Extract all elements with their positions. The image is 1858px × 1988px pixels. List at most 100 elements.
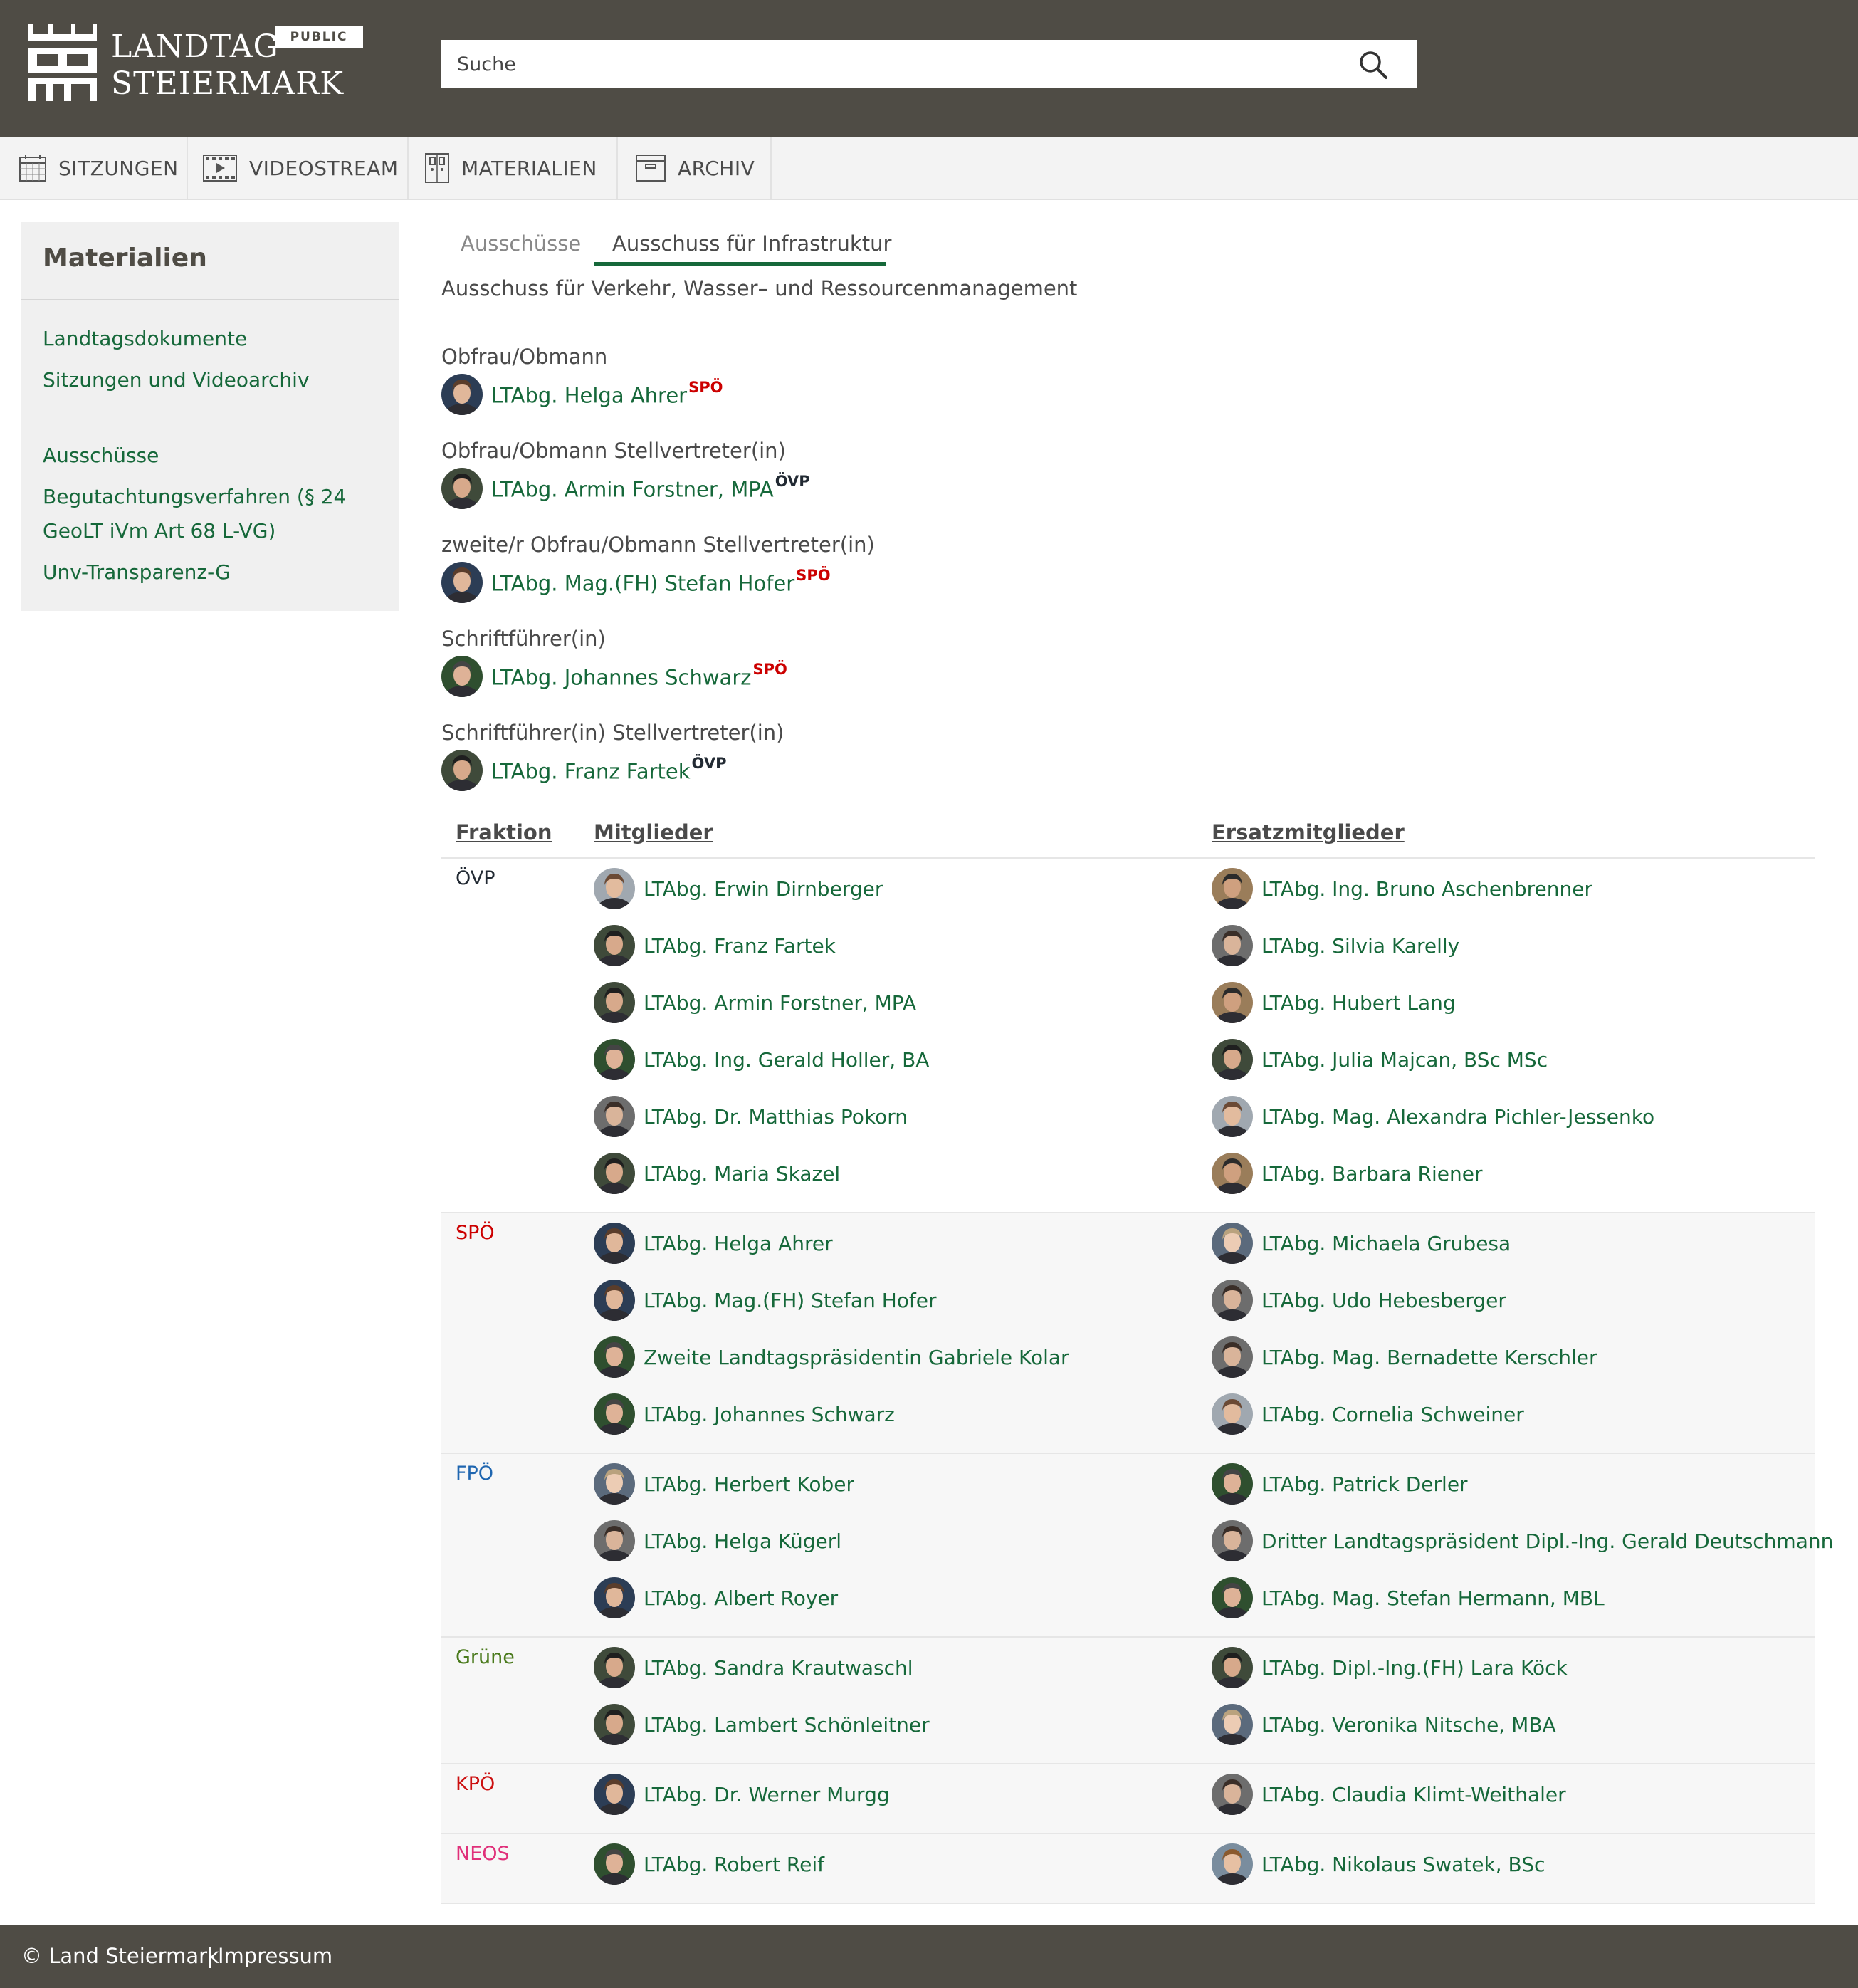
sidebar-link-ausschuesse[interactable]: Ausschüsse [43,439,159,473]
person-link-ltabg-dipl-ing-fh-lara-kock[interactable]: LTAbg. Dipl.-Ing.(FH) Lara Köck [1261,1656,1568,1680]
portrait-avatar [1212,1463,1253,1505]
sidebar-link-landtagsdokumente[interactable]: Landtagsdokumente [43,322,247,356]
sidebar-divider [21,299,399,300]
fraktion-group: SPÖ LTAbg. Helga Ahrer LTAbg. Mag.(FH) S… [441,1213,1815,1454]
portrait-avatar [594,1463,635,1505]
member-item: LTAbg. Mag.(FH) Stefan Hofer [594,1279,937,1322]
column-header-mitglieder[interactable]: Mitglieder [594,820,713,844]
person-link-ltabg-udo-hebesberger[interactable]: LTAbg. Udo Hebesberger [1261,1289,1506,1312]
person-link-ltabg-helga-ahrer[interactable]: LTAbg. Helga Ahrer [644,1232,833,1255]
person-link-ltabg-ing-gerald-holler-ba[interactable]: LTAbg. Ing. Gerald Holler, BA [644,1048,929,1072]
search-icon[interactable] [1358,50,1388,80]
person-link-ltabg-franz-fartek[interactable]: LTAbg. Franz FartekÖVP [491,754,727,784]
fraktion-group: NEOS LTAbg. Robert Reif LTAbg. Nikolaus … [441,1834,1815,1904]
person-link-ltabg-barbara-riener[interactable]: LTAbg. Barbara Riener [1261,1162,1483,1186]
portrait-avatar [1212,1096,1253,1137]
person-link-ltabg-mag-alexandra-pichler-jessenko[interactable]: LTAbg. Mag. Alexandra Pichler-Jessenko [1261,1105,1654,1129]
substitute-item: LTAbg. Mag. Bernadette Kerschler [1212,1336,1597,1378]
person-link-ltabg-helga-ahrer[interactable]: LTAbg. Helga AhrerSPÖ [491,379,723,408]
person-link-ltabg-johannes-schwarz[interactable]: LTAbg. Johannes SchwarzSPÖ [491,661,787,690]
nav-videostream[interactable]: VIDEOSTREAM [188,137,409,199]
group-divider [441,1903,1815,1904]
person-link-ltabg-mag-fh-stefan-hofer[interactable]: LTAbg. Mag.(FH) Stefan Hofer [644,1289,937,1312]
member-item: Zweite Landtagspräsidentin Gabriele Kola… [594,1336,1069,1378]
person-link-ltabg-armin-forstner-mpa[interactable]: LTAbg. Armin Forstner, MPA [644,991,916,1015]
sidebar-link-unv-transparenz[interactable]: Unv-Transparenz-G [43,555,231,590]
person-link-ltabg-albert-royer[interactable]: LTAbg. Albert Royer [644,1586,838,1610]
substitute-item: LTAbg. Claudia Klimt-Weithaler [1212,1773,1566,1816]
person-link-ltabg-patrick-derler[interactable]: LTAbg. Patrick Derler [1261,1472,1468,1496]
portrait-avatar [594,982,635,1023]
person-link-ltabg-armin-forstner-mpa[interactable]: LTAbg. Armin Forstner, MPAÖVP [491,473,810,502]
person-link-ltabg-veronika-nitsche-mba[interactable]: LTAbg. Veronika Nitsche, MBA [1261,1713,1556,1737]
search-input[interactable] [441,40,1345,88]
main-nav: SITZUNGEN VIDEOSTREAM MATERIALIEN ARCHIV [0,137,1858,200]
person-link-ltabg-lambert-schonleitner[interactable]: LTAbg. Lambert Schönleitner [644,1713,930,1737]
person-link-ltabg-sandra-krautwaschl[interactable]: LTAbg. Sandra Krautwaschl [644,1656,913,1680]
person-link-ltabg-maria-skazel[interactable]: LTAbg. Maria Skazel [644,1162,840,1186]
parliament-building-icon [28,24,97,101]
substitute-item: LTAbg. Silvia Karelly [1212,924,1459,967]
person-link-ltabg-ing-bruno-aschenbrenner[interactable]: LTAbg. Ing. Bruno Aschenbrenner [1261,877,1592,901]
portrait-avatar [1212,1774,1253,1815]
person-link-ltabg-robert-reif[interactable]: LTAbg. Robert Reif [644,1853,824,1876]
member-item: LTAbg. Armin Forstner, MPA [594,981,916,1024]
portrait-avatar [594,868,635,909]
tab-ausschuesse[interactable]: Ausschüsse [461,222,581,265]
portrait-avatar [594,1336,635,1378]
member-item: LTAbg. Johannes Schwarz [594,1393,895,1435]
footer-impressum-link[interactable]: Impressum [218,1944,332,1968]
binder-icon [425,153,449,183]
person-link-ltabg-mag-fh-stefan-hofer[interactable]: LTAbg. Mag.(FH) Stefan HoferSPÖ [491,566,831,596]
person-link-ltabg-mag-stefan-hermann-mbl[interactable]: LTAbg. Mag. Stefan Hermann, MBL [1261,1586,1605,1610]
nav-sitzungen[interactable]: SITZUNGEN [0,137,188,199]
person-link-ltabg-dr-matthias-pokorn[interactable]: LTAbg. Dr. Matthias Pokorn [644,1105,908,1129]
member-item: LTAbg. Erwin Dirnberger [594,867,883,910]
member-item: LTAbg. Albert Royer [594,1576,838,1619]
role-person: LTAbg. Johannes SchwarzSPÖ [441,655,787,698]
person-link-ltabg-dr-werner-murgg[interactable]: LTAbg. Dr. Werner Murgg [644,1783,890,1806]
person-link-ltabg-erwin-dirnberger[interactable]: LTAbg. Erwin Dirnberger [644,877,883,901]
substitute-item: LTAbg. Mag. Alexandra Pichler-Jessenko [1212,1095,1654,1138]
portrait-avatar [1212,1039,1253,1080]
substitute-item: LTAbg. Barbara Riener [1212,1152,1483,1195]
sidebar-link-begutachtungsverfahren[interactable]: Begutachtungsverfahren (§ 24 [43,480,346,514]
nav-archiv[interactable]: ARCHIV [618,137,772,199]
portrait-avatar [441,562,483,603]
sidebar-link-begutachtungsverfahren-line2[interactable]: GeoLT iVm Art 68 L-VG) [43,514,275,548]
committee-full-name: Ausschuss für Verkehr, Wasser– und Resso… [441,276,1078,300]
footer-copyright: © Land Steiermark [21,1944,219,1968]
party-badge: SPÖ [796,566,831,584]
person-link-ltabg-nikolaus-swatek-bsc[interactable]: LTAbg. Nikolaus Swatek, BSc [1261,1853,1545,1876]
person-link-ltabg-julia-majcan-bsc-msc[interactable]: LTAbg. Julia Majcan, BSc MSc [1261,1048,1548,1072]
column-header-ersatzmitglieder[interactable]: Ersatzmitglieder [1212,820,1405,844]
person-link-dritter-landtagsprasident-dipl-ing-gerald-deutschmann[interactable]: Dritter Landtagspräsident Dipl.-Ing. Ger… [1261,1529,1833,1553]
column-header-fraktion[interactable]: Fraktion [456,820,552,844]
person-link-ltabg-franz-fartek[interactable]: LTAbg. Franz Fartek [644,934,836,958]
member-item: LTAbg. Helga Ahrer [594,1222,833,1265]
person-link-zweite-landtagsprasidentin-gabriele-kolar[interactable]: Zweite Landtagspräsidentin Gabriele Kola… [644,1346,1069,1369]
person-link-ltabg-mag-bernadette-kerschler[interactable]: LTAbg. Mag. Bernadette Kerschler [1261,1346,1597,1369]
person-link-ltabg-hubert-lang[interactable]: LTAbg. Hubert Lang [1261,991,1456,1015]
member-item: LTAbg. Herbert Kober [594,1463,854,1505]
portrait-avatar [1212,1843,1253,1885]
nav-materialien[interactable]: MATERIALIEN [409,137,618,199]
person-link-ltabg-helga-kugerl[interactable]: LTAbg. Helga Kügerl [644,1529,841,1553]
fraktion-group: FPÖ LTAbg. Herbert Kober LTAbg. Helga Kü… [441,1454,1833,1638]
person-link-ltabg-cornelia-schweiner[interactable]: LTAbg. Cornelia Schweiner [1261,1403,1524,1426]
person-link-ltabg-claudia-klimt-weithaler[interactable]: LTAbg. Claudia Klimt-Weithaler [1261,1783,1566,1806]
tab-ausschuss-infrastruktur[interactable]: Ausschuss für Infrastruktur [612,222,891,265]
person-link-ltabg-johannes-schwarz[interactable]: LTAbg. Johannes Schwarz [644,1403,895,1426]
landtag-logo[interactable]: LANDTAG STEIERMARK PUBLIC [27,21,369,107]
person-link-ltabg-herbert-kober[interactable]: LTAbg. Herbert Kober [644,1472,854,1496]
person-link-ltabg-michaela-grubesa[interactable]: LTAbg. Michaela Grubesa [1261,1232,1511,1255]
substitute-item: LTAbg. Veronika Nitsche, MBA [1212,1703,1556,1746]
sidebar-link-sitzungen-videoarchiv[interactable]: Sitzungen und Videoarchiv [43,363,310,397]
member-item: LTAbg. Ing. Gerald Holler, BA [594,1038,929,1081]
portrait-avatar [441,468,483,509]
member-item: LTAbg. Maria Skazel [594,1152,840,1195]
nav-label: ARCHIV [678,156,755,180]
person-link-ltabg-silvia-karelly[interactable]: LTAbg. Silvia Karelly [1261,934,1459,958]
party-badge: ÖVP [691,754,727,772]
portrait-avatar [594,1153,635,1194]
